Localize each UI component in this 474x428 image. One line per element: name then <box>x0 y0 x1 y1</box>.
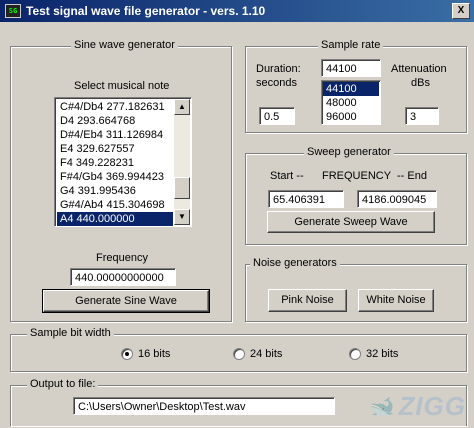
sample-rate-options: 44100 48000 96000 <box>323 82 379 124</box>
attenuation-unit-label: dBs <box>411 77 430 89</box>
app-icon: SG <box>5 4 21 18</box>
close-button[interactable]: X <box>452 3 470 19</box>
radio-32-bits[interactable]: 32 bits <box>349 348 398 360</box>
duration-label: Duration: <box>256 63 301 75</box>
note-list: C#4/Db4 277.182631 D4 293.664768 D#4/Eb4 3… <box>57 100 173 226</box>
sample-bit-width-group-title: Sample bit width <box>27 327 114 339</box>
sample-rate-option[interactable]: 48000 <box>323 96 379 110</box>
title-bar: SG Test signal wave file generator - ver… <box>0 0 474 22</box>
whale-logo-icon: 🐋 <box>369 396 395 418</box>
sample-rate-option[interactable]: 96000 <box>323 110 379 124</box>
pink-noise-button[interactable]: Pink Noise <box>268 289 347 312</box>
frequency-label: Frequency <box>96 252 148 264</box>
radio-16-bits[interactable]: 16 bits <box>121 348 170 360</box>
sweep-end-input[interactable]: 4186.009045 <box>357 190 437 208</box>
scroll-down-icon[interactable]: ▼ <box>174 209 190 225</box>
sweep-generator-group-title: Sweep generator <box>304 146 394 158</box>
sample-rate-option[interactable]: 44100 <box>323 82 379 96</box>
radio-24-bits-indicator[interactable] <box>233 348 245 360</box>
note-list-scrollbar[interactable]: ▲ ▼ <box>174 99 190 225</box>
sweep-start-label: Start -- <box>270 170 304 182</box>
note-list-item[interactable]: G4 391.995436 <box>57 184 173 198</box>
sample-rate-listbox[interactable]: 44100 48000 96000 <box>321 80 381 125</box>
output-file-group-title: Output to file: <box>27 378 99 390</box>
radio-32-bits-label: 32 bits <box>366 348 399 360</box>
sweep-end-label: -- End <box>397 170 427 182</box>
sample-rate-group-title: Sample rate <box>318 39 384 51</box>
note-list-item[interactable]: A4 440.000000 <box>57 212 173 226</box>
frequency-input[interactable]: 440.00000000000 <box>70 268 176 286</box>
radio-24-bits[interactable]: 24 bits <box>233 348 282 360</box>
note-list-item[interactable]: D4 293.664768 <box>57 114 173 128</box>
sweep-frequency-label: FREQUENCY <box>322 170 392 182</box>
generate-sweep-wave-button[interactable]: Generate Sweep Wave <box>267 211 435 233</box>
noise-generators-group-title: Noise generators <box>250 257 340 269</box>
note-list-item[interactable]: D#4/Eb4 311.126984 <box>57 128 173 142</box>
sweep-start-input[interactable]: 65.406391 <box>268 190 344 208</box>
radio-24-bits-label: 24 bits <box>250 348 283 360</box>
note-list-item[interactable]: G#4/Ab4 415.304698 <box>57 198 173 212</box>
sine-wave-group-title: Sine wave generator <box>71 39 178 51</box>
output-path-input[interactable]: C:\Users\Owner\Desktop\Test.wav <box>73 397 335 415</box>
window-title: Test signal wave file generator - vers. … <box>26 4 266 18</box>
note-list-item[interactable]: F#4/Gb4 369.994423 <box>57 170 173 184</box>
note-list-item[interactable]: E4 329.627557 <box>57 142 173 156</box>
duration-input[interactable]: 0.5 <box>259 107 295 125</box>
watermark-text: ZIGG <box>398 391 466 421</box>
generate-sine-wave-button[interactable]: Generate Sine Wave <box>42 289 210 313</box>
radio-32-bits-indicator[interactable] <box>349 348 361 360</box>
musical-note-listbox[interactable]: C#4/Db4 277.182631 D4 293.664768 D#4/Eb4 3… <box>54 97 192 227</box>
attenuation-input[interactable]: 3 <box>405 107 439 125</box>
select-musical-note-label: Select musical note <box>74 80 170 92</box>
radio-16-bits-indicator[interactable] <box>121 348 133 360</box>
attenuation-label: Attenuation <box>391 63 447 75</box>
radio-16-bits-label: 16 bits <box>138 348 171 360</box>
white-noise-button[interactable]: White Noise <box>358 289 434 312</box>
note-list-item[interactable]: F4 349.228231 <box>57 156 173 170</box>
scroll-thumb[interactable] <box>174 177 190 199</box>
sample-rate-input[interactable]: 44100 <box>321 59 381 77</box>
watermark: 🐋 ZIGG <box>370 391 466 422</box>
note-list-item[interactable]: C#4/Db4 277.182631 <box>57 100 173 114</box>
scroll-up-icon[interactable]: ▲ <box>174 99 190 115</box>
duration-unit-label: seconds <box>256 77 297 89</box>
